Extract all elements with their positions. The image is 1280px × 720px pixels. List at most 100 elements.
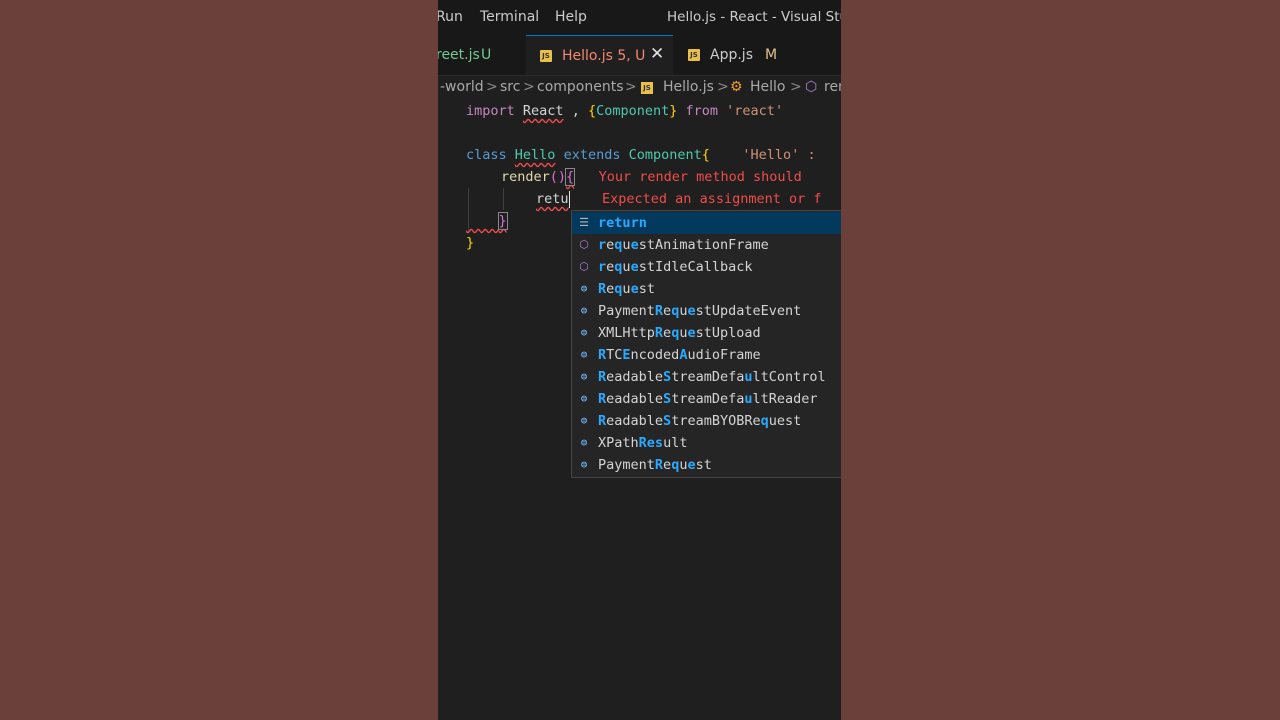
suggestion-item[interactable]: ⊜ RTCEncodedAudioFrame — [572, 344, 841, 366]
js-file-icon: JS — [641, 82, 653, 94]
breadcrumb: -world > src > components > JS Hello.js … — [438, 76, 841, 100]
breadcrumb-sep: > — [625, 79, 637, 95]
variable-icon: ⊜ — [580, 326, 588, 339]
keyword-import: import — [466, 103, 515, 119]
class-icon: ⚙ — [730, 79, 743, 95]
close-icon[interactable]: ✕ — [650, 44, 664, 64]
suggestion-item[interactable]: ⬡ requestIdleCallback — [572, 256, 841, 278]
suggestion-label: XMLHttpRequestUpload — [598, 325, 761, 341]
keyword-icon: ☰ — [579, 216, 589, 229]
error-lens-message: Your render method should — [598, 169, 802, 185]
tab-label: Hello.js 5, U — [562, 48, 645, 64]
tab-status: 5, U — [617, 48, 646, 64]
identifier-component: Component — [628, 147, 702, 163]
tab-name: Hello.js — [562, 48, 613, 64]
breadcrumb-sep: > — [486, 79, 498, 95]
window-title: Hello.js - React - Visual Studi — [667, 9, 841, 25]
suggestion-item[interactable]: ☰ return — [572, 212, 841, 234]
breadcrumb-sep: > — [523, 79, 535, 95]
method-icon: ⬡ — [579, 260, 589, 273]
suggestion-label: RTCEncodedAudioFrame — [598, 347, 761, 363]
keyword-from: from — [677, 103, 727, 119]
suggestion-label: ReadableStreamBYOBRequest — [598, 413, 802, 429]
vscode-window: Run Terminal Help Hello.js - React - Vis… — [438, 0, 841, 720]
breadcrumb-src[interactable]: src — [500, 79, 520, 95]
code-line-1: import React , {Component} from 'react' — [466, 100, 783, 122]
indent-guide — [503, 188, 504, 210]
suggestion-item[interactable]: ⊜ ReadableStreamDefaultControl — [572, 366, 841, 388]
variable-icon: ⊜ — [580, 370, 588, 383]
tab-hello[interactable]: JS Hello.js 5, U ✕ — [526, 35, 673, 75]
breadcrumb-sep: > — [790, 79, 802, 95]
code-token: { — [701, 147, 710, 163]
error-lens-message: Expected an assignment or f — [602, 191, 822, 207]
suggestion-item[interactable]: ⊜ PaymentRequestUpdateEvent — [572, 300, 841, 322]
variable-icon: ⊜ — [580, 458, 588, 471]
js-file-icon: JS — [688, 49, 700, 61]
code-token: { — [565, 168, 576, 186]
suggestion-item[interactable]: ⊜ Request — [572, 278, 841, 300]
code-token: } — [497, 212, 508, 230]
identifier-hello: Hello — [514, 147, 556, 163]
identifier-react: React — [522, 103, 564, 119]
suggestion-label: Request — [598, 281, 655, 297]
code-token: () — [549, 169, 567, 185]
suggestion-label: ReadableStreamDefaultControl — [598, 369, 826, 385]
suggestion-label: requestAnimationFrame — [598, 237, 769, 253]
code-token: { — [587, 103, 597, 119]
breadcrumb-root[interactable]: -world — [440, 79, 484, 95]
method-icon: ⬡ — [805, 79, 818, 95]
tab-label: reet.js — [438, 47, 480, 63]
suggestion-label: return — [598, 215, 647, 231]
tab-app[interactable]: JS App.js M — [674, 35, 808, 75]
menu-run[interactable]: Run — [438, 9, 463, 25]
breadcrumb-method[interactable]: ren — [824, 79, 841, 95]
suggest-widget[interactable]: ☰ return ⬡ requestAnimationFrame ⬡ requestIdl… — [571, 210, 841, 478]
code-token: } — [466, 235, 475, 251]
suggestion-item[interactable]: ⊜ XMLHttpRequestUpload — [572, 322, 841, 344]
variable-icon: ⊜ — [580, 414, 588, 427]
suggestion-item[interactable]: ⊜ PaymentRequest — [572, 454, 841, 476]
variable-icon: ⊜ — [580, 436, 588, 449]
suggestion-label: PaymentRequest — [598, 457, 712, 473]
suggestion-item[interactable]: ⬡ requestAnimationFrame — [572, 234, 841, 256]
code-line-4: render(){ Your render method should — [501, 166, 802, 188]
variable-icon: ⊜ — [580, 282, 588, 295]
inline-hint: 'Hello' : — [742, 147, 816, 163]
text-cursor — [568, 190, 570, 208]
suggestion-label: ReadableStreamDefaultReader — [598, 391, 818, 407]
code-line-5: retu Expected an assignment or f — [536, 188, 821, 210]
menu-help[interactable]: Help — [555, 9, 587, 25]
suggestion-item[interactable]: ⊜ XPathResult — [572, 432, 841, 454]
suggestion-label: XPathResult — [598, 435, 688, 451]
keyword-class: class — [466, 147, 507, 163]
code-line-7: } — [466, 232, 474, 254]
identifier-component: Component — [596, 103, 670, 119]
tab-label: App.js — [710, 47, 753, 63]
identifier-render: render — [501, 169, 550, 185]
suggestion-label: requestIdleCallback — [598, 259, 753, 275]
variable-icon: ⊜ — [580, 348, 588, 361]
breadcrumb-file[interactable]: Hello.js — [663, 79, 714, 95]
breadcrumb-sep: > — [717, 79, 729, 95]
suggestion-item[interactable]: ⊜ ReadableStreamDefaultReader — [572, 388, 841, 410]
suggestion-label: PaymentRequestUpdateEvent — [598, 303, 802, 319]
string-react: 'react' — [726, 103, 784, 119]
breadcrumb-components[interactable]: components — [537, 79, 624, 95]
suggestion-item[interactable]: ⊜ ReadableStreamBYOBRequest — [572, 410, 841, 432]
keyword-extends: extends — [563, 147, 621, 163]
code-token: , — [563, 103, 588, 119]
variable-icon: ⊜ — [580, 304, 588, 317]
breadcrumb-class[interactable]: Hello — [750, 79, 786, 95]
js-file-icon: JS — [540, 50, 552, 62]
code-line-6: } — [466, 210, 508, 232]
tab-status: U — [481, 47, 492, 63]
tab-status: M — [765, 47, 778, 63]
variable-icon: ⊜ — [580, 392, 588, 405]
typed-text: retu — [536, 191, 569, 207]
menu-terminal[interactable]: Terminal — [480, 9, 539, 25]
tab-bar: reet.js U JS Hello.js 5, U ✕ JS App.js M — [438, 35, 841, 76]
tab-greet[interactable]: reet.js U — [438, 35, 524, 75]
code-line-3: class Hello extends Component{ 'Hello' : — [466, 144, 816, 166]
method-icon: ⬡ — [579, 238, 589, 251]
